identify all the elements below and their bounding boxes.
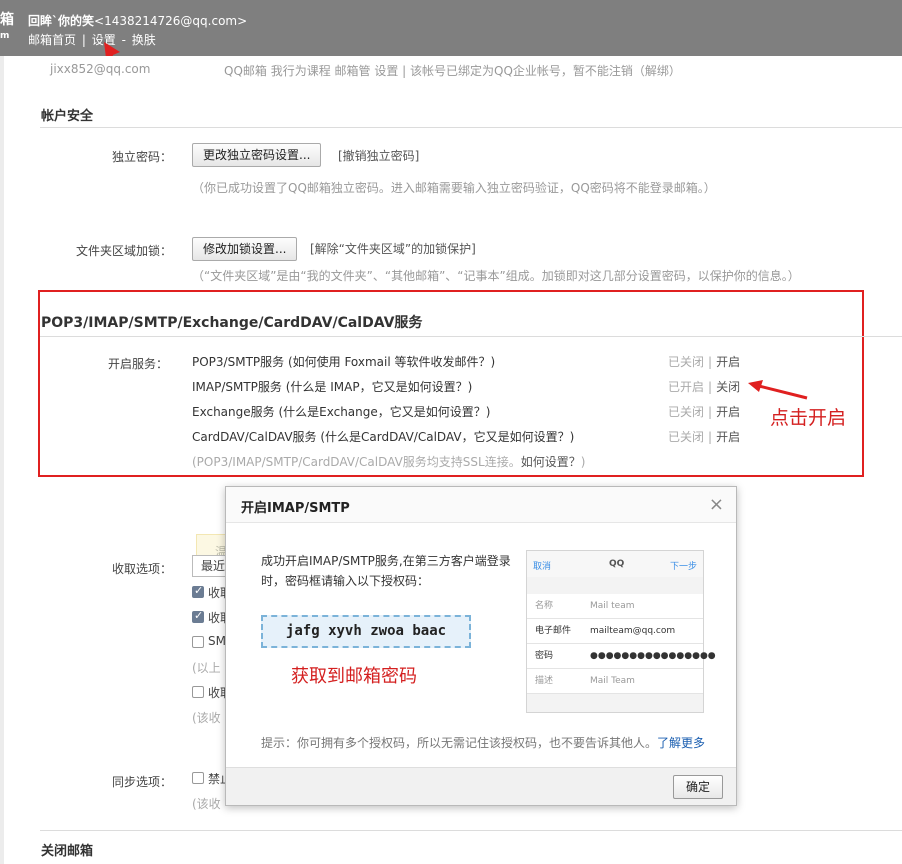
receive-option-3: SM (208, 634, 226, 648)
change-independent-password-button[interactable]: 更改独立密码设置... (192, 143, 322, 167)
dialog-tip: 提示：你可拥有多个授权码，所以无需记住该授权码，也不要告诉其他人。了解更多 (261, 736, 706, 750)
phone-row-email: 电子邮件 mailteam@qq.com (527, 619, 703, 644)
folder-lock-hint: （“文件夹区域”是由“我的文件夹”、“其他邮箱”、“记事本”组成。加锁即对这几部… (192, 269, 800, 283)
phone-next: 下一步 (669, 562, 697, 572)
sync-options-label: 同步选项： (111, 775, 172, 789)
nav-separator: | (81, 33, 86, 47)
independent-password-hint: （你已成功设置了QQ邮箱独立密码。进入邮箱需要输入独立密码验证，QQ密码将不能登… (192, 181, 716, 195)
account-email: <1438214726@qq.com> (94, 14, 248, 28)
imap-smtp-dialog: 开启IMAP/SMTP × 成功开启IMAP/SMTP服务,在第三方客户端登录时… (225, 486, 737, 806)
phone-cancel: 取消 (533, 562, 552, 572)
service-state-carddav: 已关闭 | 开启 (668, 430, 741, 444)
enable-pop3-link[interactable]: 开启 (716, 355, 740, 369)
dialog-title: 开启IMAP/SMTP (241, 501, 350, 516)
receive-checkbox-4[interactable] (192, 686, 204, 698)
ghost-email: jixx852@qq.com (50, 62, 151, 76)
service-row-exchange[interactable]: Exchange服务 (什么是Exchange，它又是如何设置？) (192, 403, 490, 420)
sync-checkbox[interactable] (192, 772, 204, 784)
receive-hint-2: (该收 (192, 711, 221, 725)
ssl-hint: (POP3/IMAP/SMTP/CardDAV/CalDAV服务均支持SSL连接… (192, 455, 586, 469)
service-row-pop3[interactable]: POP3/SMTP服务 (如何使用 Foxmail 等软件收发邮件？) (192, 353, 495, 370)
account-info: 回眸`你的笑<1438214726@qq.com> (28, 12, 247, 29)
logo[interactable]: 箱 m (0, 12, 14, 44)
dialog-footer: 确定 (226, 767, 736, 805)
ghost-row-items: QQ邮箱 我行为课程 邮箱管 设置 | 该帐号已绑定为QQ企业帐号，暂不能注销（… (224, 64, 681, 78)
service-state-pop3: 已关闭 | 开启 (668, 355, 741, 369)
mail-home-link[interactable]: 邮箱首页 (28, 33, 76, 47)
disable-imap-link[interactable]: 关闭 (716, 380, 740, 394)
independent-password-label: 独立密码： (111, 150, 172, 164)
receive-checkbox-1[interactable] (192, 584, 204, 598)
service-state-exchange: 已关闭 | 开启 (668, 405, 741, 419)
enable-carddav-link[interactable]: 开启 (716, 430, 740, 444)
divider (40, 127, 902, 128)
smtp-checkbox[interactable] (192, 636, 204, 648)
close-mailbox-title: 关闭邮箱 (41, 844, 94, 859)
auth-code[interactable]: jafg xyvh zwoa baac (261, 615, 471, 648)
account-security-title: 帐户安全 (41, 109, 94, 124)
annotation-got-password: 获取到邮箱密码 (291, 666, 417, 687)
phone-row-password: 密码 ●●●●●●●●●●●●●●●● (527, 644, 716, 669)
phone-row-description: 描述 Mail Team (527, 669, 703, 694)
phone-row-name: 名称 Mail team (527, 594, 703, 619)
phone-title: QQ (609, 559, 625, 569)
service-state-imap: 已开启 | 关闭 (668, 380, 741, 394)
change-lock-settings-button[interactable]: 修改加锁设置... (192, 237, 298, 261)
receive-hint: (以上 (192, 661, 221, 675)
phone-nav-bar: 取消 QQ 下一步 (527, 551, 703, 577)
remove-folder-lock-link[interactable]: [解除“文件夹区域”的加锁保护] (310, 240, 476, 257)
receive-checkbox-2[interactable] (192, 609, 204, 623)
services-title: POP3/IMAP/SMTP/Exchange/CardDAV/CalDAV服务 (41, 315, 423, 331)
dialog-message: 成功开启IMAP/SMTP服务,在第三方客户端登录时，密码框请输入以下授权码： (261, 554, 511, 588)
dialog-header: 开启IMAP/SMTP × (226, 487, 736, 523)
folder-lock-label: 文件夹区域加锁： (75, 244, 172, 258)
divider (40, 336, 902, 337)
cancel-independent-password-link[interactable]: [撤销独立密码] (338, 147, 419, 164)
phone-config-preview: 取消 QQ 下一步 名称 Mail team 电子邮件 mailteam@qq.co… (526, 550, 716, 713)
confirm-button[interactable]: 确定 (673, 775, 723, 799)
service-row-imap[interactable]: IMAP/SMTP服务 (什么是 IMAP，它又是如何设置？) (192, 378, 472, 395)
annotation-click-enable: 点击开启 (770, 407, 847, 429)
divider (40, 830, 902, 831)
receive-options-label: 收取选项： (111, 562, 172, 576)
ssl-how-to-link[interactable]: 如何设置？ (521, 455, 581, 469)
enable-services-label: 开启服务： (107, 357, 168, 371)
account-name: 回眸`你的笑 (28, 14, 95, 28)
close-icon[interactable]: × (709, 494, 724, 515)
service-row-carddav[interactable]: CardDAV/CalDAV服务 (什么是CardDAV/CalDAV，它又是如… (192, 428, 574, 445)
enable-exchange-link[interactable]: 开启 (716, 405, 740, 419)
learn-more-link[interactable]: 了解更多 (657, 736, 705, 750)
sync-hint: (该收 (192, 797, 221, 811)
